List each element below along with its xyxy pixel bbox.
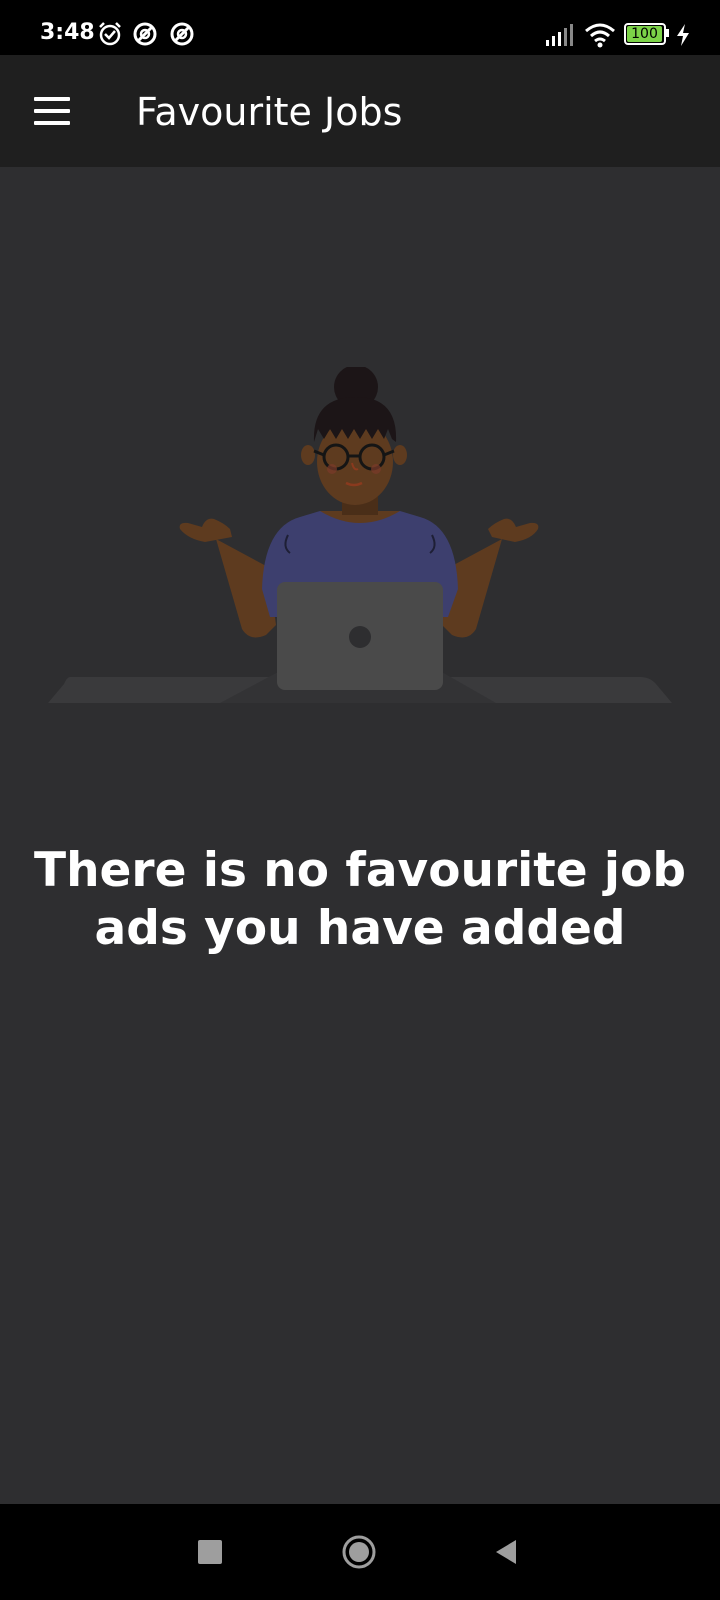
- empty-state: There is no favourite job ads you have a…: [0, 167, 720, 1504]
- status-bar: 3:48 100: [0, 0, 720, 55]
- person-shrugging-illustration: [48, 367, 672, 703]
- notification-icon: [170, 22, 194, 46]
- wifi-icon: [585, 23, 615, 48]
- battery-icon: 100: [624, 23, 669, 45]
- battery-level: 100: [631, 26, 658, 42]
- hamburger-menu-icon[interactable]: [22, 85, 82, 137]
- alarm-icon: [99, 22, 121, 46]
- empty-state-message: There is no favourite job ads you have a…: [34, 843, 686, 956]
- recents-icon[interactable]: [198, 1540, 222, 1564]
- signal-icon: [546, 24, 573, 46]
- status-time: 3:48: [40, 20, 95, 45]
- app-bar: Favourite Jobs: [0, 55, 720, 167]
- page-title: Favourite Jobs: [136, 90, 403, 134]
- navigation-bar: [0, 1504, 720, 1600]
- notification-icon: [133, 22, 157, 46]
- home-icon[interactable]: [341, 1534, 377, 1570]
- back-icon[interactable]: [494, 1538, 518, 1566]
- charging-icon: [677, 24, 689, 46]
